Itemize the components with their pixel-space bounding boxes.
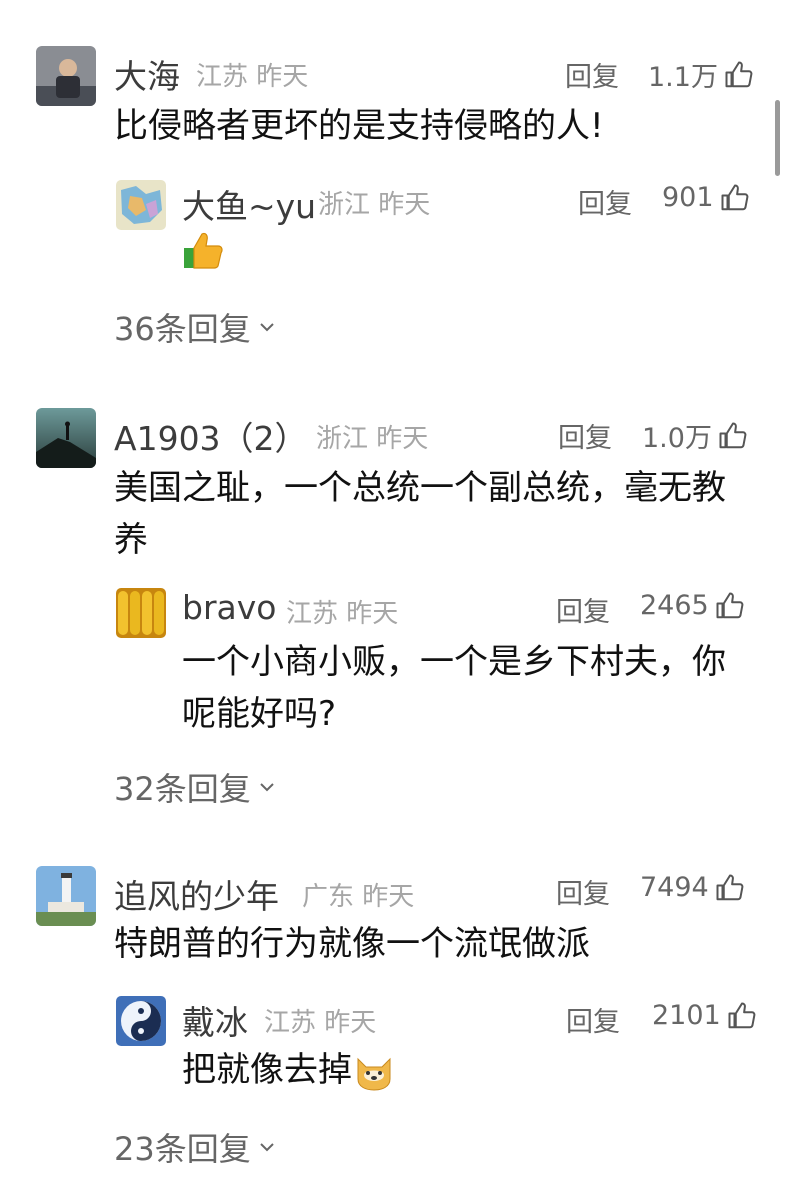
thumbs-up-icon	[721, 184, 748, 210]
avatar[interactable]	[116, 996, 166, 1046]
comment-text: 特朗普的行为就像一个流氓做派	[114, 924, 590, 964]
like-button[interactable]: 2465	[640, 590, 745, 621]
like-count: 2465	[640, 590, 709, 621]
reply-button[interactable]: 回复	[565, 55, 619, 94]
comment-meta: 江苏 昨天	[196, 62, 309, 92]
like-button[interactable]: 7494	[640, 872, 745, 903]
comment-meta: 江苏 昨天	[286, 599, 399, 629]
chevron-down-icon	[260, 323, 274, 332]
reply-button[interactable]: 回复	[556, 872, 610, 911]
username[interactable]: 大鱼~yu	[182, 180, 316, 228]
like-count: 1.0万	[642, 423, 712, 454]
avatar[interactable]	[116, 180, 166, 230]
like-button[interactable]: 1.0万	[642, 416, 748, 455]
username[interactable]: 追风的少年	[114, 870, 279, 918]
expand-replies-button[interactable]: 32条回复	[114, 764, 275, 810]
comment-meta: 浙江 昨天	[316, 424, 429, 454]
reply-button[interactable]: 回复	[556, 590, 610, 629]
avatar[interactable]	[36, 408, 96, 468]
like-count: 7494	[640, 872, 709, 903]
username[interactable]: A1903（2）	[114, 412, 308, 460]
comment-meta: 浙江 昨天	[318, 190, 431, 220]
avatar[interactable]	[36, 46, 96, 106]
comment-text: 美国之耻，一个总统一个副总统，毫无教养	[114, 468, 726, 560]
like-button[interactable]: 1.1万	[648, 55, 754, 94]
username[interactable]: 大海	[114, 50, 180, 98]
avatar[interactable]	[36, 866, 96, 926]
comment-text: 一个小商小贩，一个是乡下村夫，你呢能好吗?	[182, 642, 726, 734]
comment-text: 比侵略者更坏的是支持侵略的人!	[114, 106, 604, 146]
scrollbar[interactable]	[775, 100, 780, 176]
like-count: 1.1万	[648, 62, 718, 93]
thumbs-up-icon	[728, 1002, 756, 1028]
doge-emoji-icon	[357, 1057, 391, 1091]
username[interactable]: 戴冰	[182, 996, 248, 1044]
thumbs-up-icon	[716, 592, 744, 618]
chevron-down-icon	[260, 1143, 274, 1152]
comment-meta: 江苏 昨天	[264, 1008, 377, 1038]
reply-button[interactable]: 回复	[566, 1000, 620, 1039]
like-button[interactable]: 2101	[652, 1000, 757, 1031]
thumbs-up-emoji-icon	[182, 230, 224, 270]
thumbs-up-icon	[719, 422, 747, 448]
comment-meta: 广东 昨天	[302, 882, 415, 912]
thumbs-up-icon	[725, 61, 753, 87]
chevron-down-icon	[260, 783, 274, 792]
expand-replies-button[interactable]: 23条回复	[114, 1124, 275, 1170]
expand-replies-button[interactable]: 36条回复	[114, 304, 275, 350]
thumbs-up-icon	[716, 874, 744, 900]
comment-text: 把就像去掉	[182, 1044, 752, 1096]
like-button[interactable]: 901	[662, 182, 750, 213]
avatar[interactable]	[116, 588, 166, 638]
username[interactable]: bravo	[182, 588, 276, 627]
reply-button[interactable]: 回复	[578, 182, 632, 221]
like-count: 2101	[652, 1000, 721, 1031]
like-count: 901	[662, 182, 714, 213]
reply-button[interactable]: 回复	[558, 416, 612, 455]
